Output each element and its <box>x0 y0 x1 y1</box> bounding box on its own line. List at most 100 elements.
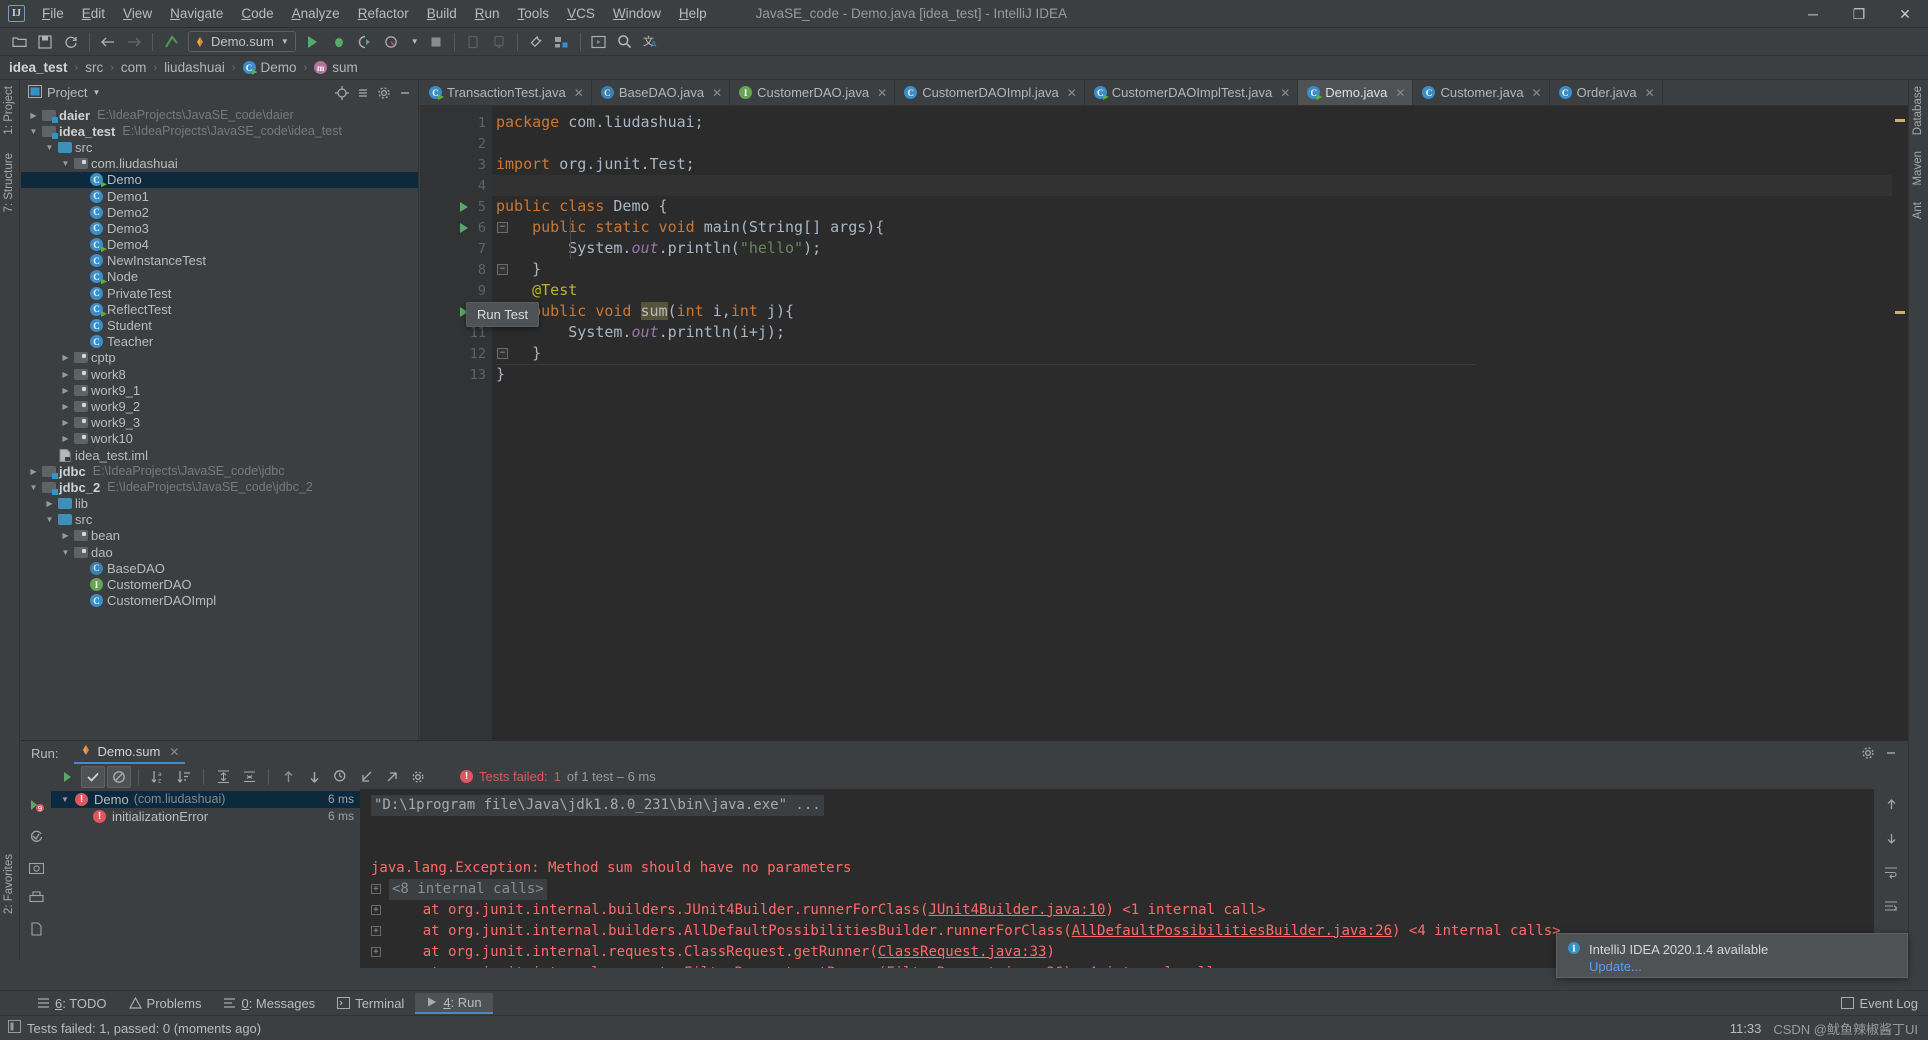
gutter-line[interactable]: 4 <box>420 175 492 196</box>
close-icon[interactable]: ✕ <box>1067 86 1077 100</box>
scroll-up-icon[interactable] <box>1881 795 1901 815</box>
tree-node[interactable]: C CustomerDAOImpl <box>21 593 418 609</box>
warning-stripe[interactable] <box>1895 119 1905 122</box>
rail-tab-database[interactable]: Database <box>1912 80 1924 141</box>
tree-node[interactable]: idea_test.iml <box>21 447 418 463</box>
gutter-line[interactable]: 13 <box>420 364 492 385</box>
run-gutter-icon[interactable] <box>458 201 470 213</box>
scroll-to-end-icon[interactable] <box>1881 897 1901 917</box>
code-line[interactable]: import org.junit.Test; <box>492 154 1908 175</box>
close-button[interactable]: ✕ <box>1882 0 1928 28</box>
gutter-line[interactable]: 9 <box>420 280 492 301</box>
run-anything-icon[interactable] <box>587 31 611 53</box>
close-icon[interactable]: ✕ <box>877 86 887 100</box>
tree-node[interactable]: ▶ bean <box>21 528 418 544</box>
tree-node[interactable]: ▶ work9_2 <box>21 398 418 414</box>
tree-node[interactable]: ▶ work9_1 <box>21 382 418 398</box>
breadcrumb-item-src[interactable]: src <box>85 60 103 75</box>
gutter-line[interactable]: 1 <box>420 112 492 133</box>
tree-node[interactable]: C Demo1 <box>21 188 418 204</box>
editor-tab-customerdaoimpltest-java[interactable]: C CustomerDAOImplTest.java ✕ <box>1084 80 1299 105</box>
stacktrace-link[interactable]: AllDefaultPossibilitiesBuilder.java:26 <box>1072 923 1392 939</box>
back-arrow-icon[interactable] <box>96 31 120 53</box>
scroll-down-icon[interactable] <box>1881 829 1901 849</box>
gutter-line[interactable]: 5 <box>420 196 492 217</box>
close-icon[interactable]: ✕ <box>169 745 179 759</box>
soft-wrap-icon[interactable] <box>1881 863 1901 883</box>
toggle-auto-test-icon[interactable] <box>26 826 46 846</box>
code-line[interactable]: } <box>492 364 1908 385</box>
code-line[interactable]: } <box>492 259 1908 280</box>
tree-node[interactable]: ▼ jdbc_2 E:\IdeaProjects\JavaSE_code\jdbc_… <box>21 479 418 495</box>
search-everywhere-icon[interactable] <box>613 31 637 53</box>
tree-node[interactable]: C NewInstanceTest <box>21 253 418 269</box>
expand-icon[interactable]: + <box>371 904 381 915</box>
chevron-down-icon[interactable]: ▼ <box>59 159 72 168</box>
open-folder-icon[interactable] <box>7 31 31 53</box>
undo-icon[interactable] <box>159 31 183 53</box>
editor-tab-customerdaoimpl-java[interactable]: C CustomerDAOImpl.java ✕ <box>895 80 1085 105</box>
tool-window-button-todo[interactable]: 6: TODO <box>26 994 118 1013</box>
chevron-right-icon[interactable]: ▶ <box>59 402 72 411</box>
close-icon[interactable]: ✕ <box>574 86 584 100</box>
tree-node[interactable]: C ReflectTest <box>21 301 418 317</box>
console-internal-calls[interactable]: <8 internal calls> <box>389 878 547 900</box>
gutter-line[interactable]: −12 <box>420 343 508 364</box>
tree-node[interactable]: ▶ cptp <box>21 350 418 366</box>
sort-alpha-icon[interactable]: az <box>146 766 170 788</box>
tree-node[interactable]: ▶ work9_3 <box>21 415 418 431</box>
editor-tab-customer-java[interactable]: C Customer.java ✕ <box>1413 80 1550 105</box>
chevron-down-icon[interactable]: ▼ <box>411 37 419 46</box>
import-tests-icon[interactable] <box>354 766 378 788</box>
run-icon[interactable] <box>301 31 325 53</box>
camera-icon[interactable] <box>26 857 46 877</box>
expand-all-icon[interactable] <box>211 766 235 788</box>
tool-window-button-messages[interactable]: 0: Messages <box>212 994 326 1013</box>
hide-icon[interactable] <box>1881 744 1900 763</box>
target-icon[interactable] <box>332 83 351 102</box>
tree-node[interactable]: C Student <box>21 317 418 333</box>
chevron-down-icon[interactable]: ▼ <box>92 88 100 97</box>
project-structure-icon[interactable] <box>550 31 574 53</box>
rail-tab-favorites[interactable]: 2: Favorites <box>3 848 15 920</box>
breadcrumb-item-sum[interactable]: m sum <box>314 60 358 75</box>
editor-tab-bar[interactable]: C TransactionTest.java ✕ C BaseDAO.java ✕ I Cus… <box>420 80 1908 106</box>
sync-device-icon[interactable] <box>487 31 511 53</box>
stacktrace-link[interactable]: JUnit4Builder.java:10 <box>928 902 1105 918</box>
editor-tab-demo-java[interactable]: C Demo.java ✕ <box>1298 80 1414 105</box>
warning-stripe[interactable] <box>1895 311 1905 314</box>
chevron-right-icon[interactable]: ▶ <box>43 499 56 508</box>
build-icon[interactable] <box>524 31 548 53</box>
next-failed-icon[interactable] <box>302 766 326 788</box>
close-icon[interactable]: ✕ <box>1280 86 1290 100</box>
menu-navigate[interactable]: Navigate <box>161 3 232 24</box>
menu-help[interactable]: Help <box>670 3 716 24</box>
chevron-down-icon[interactable]: ▼ <box>43 143 56 152</box>
menu-tools[interactable]: Tools <box>509 3 559 24</box>
tree-node[interactable]: C PrivateTest <box>21 285 418 301</box>
run-panel-tab[interactable]: Demo.sum ✕ <box>74 742 186 764</box>
menu-window[interactable]: Window <box>604 3 670 24</box>
tool-window-button-problems[interactable]: Problems <box>118 994 213 1013</box>
code-editor[interactable]: 12345−67−891011−1213 package com.liudash… <box>420 106 1908 740</box>
tree-node[interactable]: C Node <box>21 269 418 285</box>
tree-node[interactable]: ▼ src <box>21 139 418 155</box>
code-line[interactable]: @Test <box>492 280 1908 301</box>
tree-node[interactable]: C Demo2 <box>21 204 418 220</box>
stacktrace-link[interactable]: FilterRequest.java:36 <box>886 965 1063 968</box>
code-line[interactable]: } <box>492 343 1908 364</box>
run-gutter-icon[interactable] <box>458 222 470 234</box>
chevron-right-icon[interactable]: ▶ <box>27 467 40 476</box>
chevron-down-icon[interactable]: ▼ <box>43 515 56 524</box>
code-line[interactable]: public class Demo { <box>492 196 1908 217</box>
collapse-all-icon[interactable] <box>237 766 261 788</box>
editor-tab-customerdao-java[interactable]: I CustomerDAO.java ✕ <box>730 80 896 105</box>
tree-node[interactable]: ▼ idea_test E:\IdeaProjects\JavaSE_code\id… <box>21 123 418 139</box>
chevron-right-icon[interactable]: ▶ <box>27 111 40 120</box>
test-results-tree[interactable]: ▼! Demo (com.liudashuai) 6 ms! initializatio… <box>51 788 361 968</box>
chevron-right-icon[interactable]: ▶ <box>59 531 72 540</box>
show-passed-icon[interactable] <box>81 765 105 788</box>
notification-update-link[interactable]: Update... <box>1589 959 1768 974</box>
menu-run[interactable]: Run <box>466 3 509 24</box>
code-line[interactable]: public void sum(int i,int j){ <box>492 301 1908 322</box>
